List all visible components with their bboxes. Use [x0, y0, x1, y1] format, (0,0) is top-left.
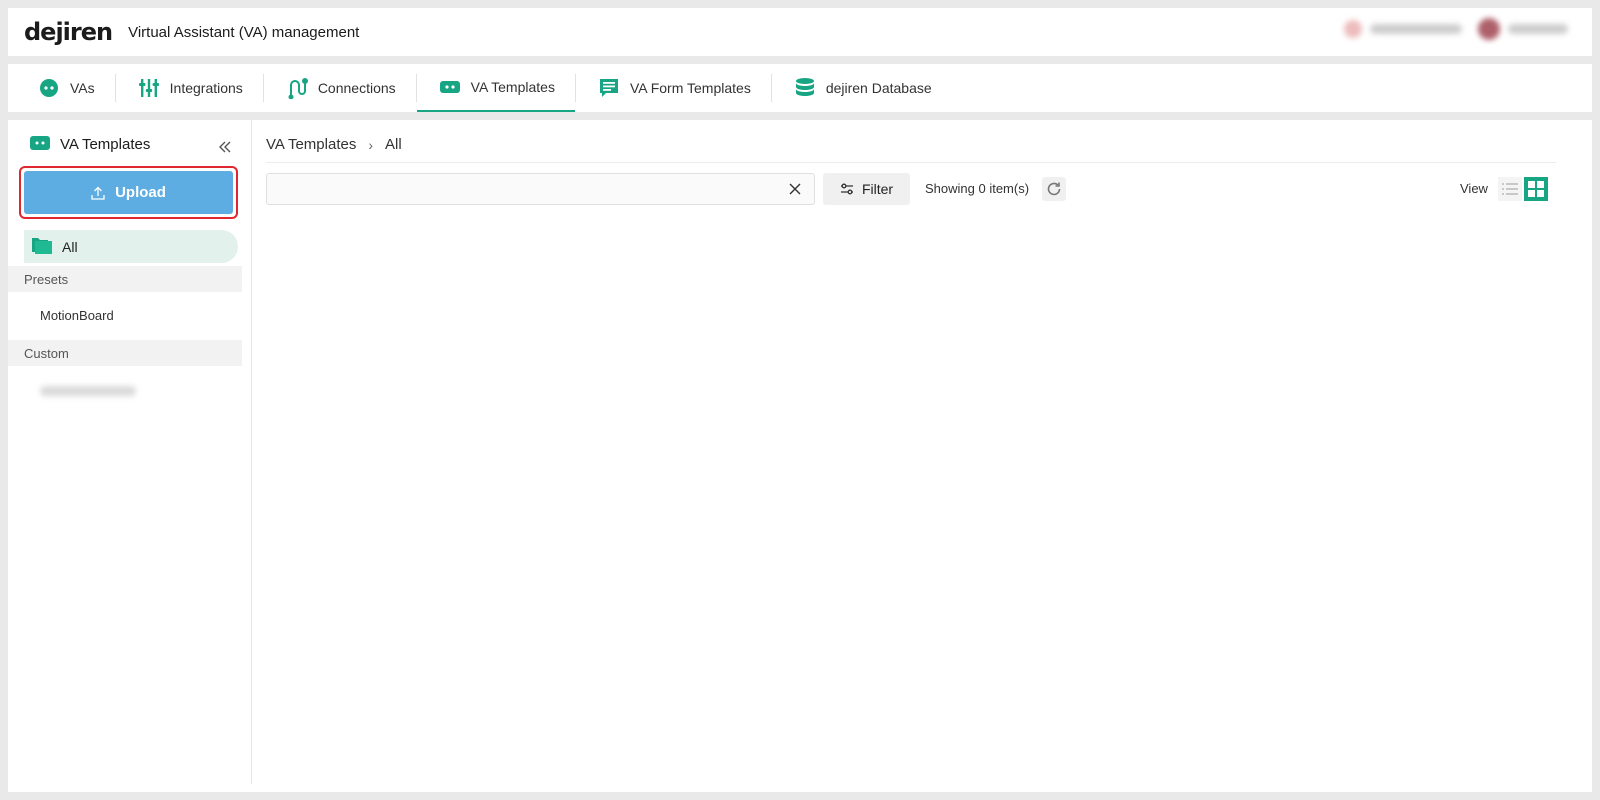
search-input[interactable]	[267, 174, 784, 204]
breadcrumb: VA Templates › All	[266, 136, 402, 153]
clear-search-button[interactable]	[784, 178, 806, 200]
filter-sliders-icon	[840, 183, 853, 195]
tab-connections[interactable]: Connections	[264, 64, 416, 112]
tab-va-form-templates[interactable]: VA Form Templates	[576, 64, 771, 112]
filter-button[interactable]: Filter	[823, 173, 910, 205]
sidebar-item-label: All	[62, 238, 78, 255]
filter-button-label: Filter	[861, 181, 894, 197]
tab-label: Connections	[317, 80, 396, 96]
connection-icon	[286, 77, 308, 99]
organization-name-redacted	[1370, 24, 1462, 34]
avatar	[1478, 18, 1500, 40]
upload-icon	[91, 186, 105, 200]
template-icon	[30, 136, 50, 153]
grid-view-button[interactable]	[1524, 177, 1548, 201]
item-count-text: Showing 0 item(s)	[925, 181, 1030, 196]
section-header-custom: Custom	[8, 340, 242, 366]
database-icon	[794, 77, 816, 99]
sidebar-header: VA Templates	[30, 136, 150, 153]
organization-icon	[1344, 20, 1362, 38]
content-area: VA Templates › All Filter Showing 0 item…	[266, 120, 1592, 784]
sidebar-item-motionboard[interactable]: MotionBoard	[40, 308, 114, 323]
sidebar-item-custom-redacted[interactable]	[40, 384, 136, 399]
tab-vas[interactable]: VAs	[16, 64, 115, 112]
breadcrumb-item-all: All	[385, 136, 402, 153]
sidebar-title: VA Templates	[60, 136, 151, 153]
user-menu[interactable]	[1478, 18, 1568, 40]
page-title: Virtual Assistant (VA) management	[128, 23, 360, 41]
form-template-icon	[598, 77, 620, 99]
refresh-button[interactable]	[1042, 177, 1066, 201]
tab-label: Integrations	[169, 80, 243, 96]
close-icon	[789, 183, 801, 195]
grid-icon	[1528, 181, 1544, 197]
sidebar: VA Templates Upload All Presets MotionBo…	[8, 120, 252, 784]
upload-button-label: Upload	[115, 184, 166, 201]
search-box	[266, 173, 815, 205]
tab-label: VAs	[70, 80, 95, 96]
tab-dejiren-database[interactable]: dejiren Database	[772, 64, 952, 112]
tab-label: dejiren Database	[825, 80, 932, 96]
template-icon	[439, 76, 461, 98]
collapse-sidebar-button[interactable]	[216, 138, 234, 156]
section-header-presets: Presets	[8, 266, 242, 292]
app-header: dejiren Virtual Assistant (VA) managemen…	[8, 8, 1592, 56]
list-view-button[interactable]	[1498, 177, 1522, 201]
custom-folder-name-redacted	[40, 386, 136, 396]
refresh-icon	[1047, 182, 1061, 196]
tab-integrations[interactable]: Integrations	[116, 64, 263, 112]
robot-face-icon	[38, 77, 60, 99]
tab-label: VA Form Templates	[629, 80, 751, 96]
view-label: View	[1460, 181, 1488, 196]
double-chevron-left-icon	[219, 141, 231, 153]
upload-button[interactable]: Upload	[24, 171, 233, 214]
divider	[266, 162, 1556, 163]
user-name-redacted	[1508, 24, 1568, 34]
breadcrumb-item-va-templates[interactable]: VA Templates	[266, 136, 356, 153]
folder-icon	[32, 236, 52, 257]
organization-switcher[interactable]	[1344, 20, 1462, 38]
breadcrumb-separator: ›	[368, 136, 374, 153]
upload-highlight: Upload	[19, 166, 238, 219]
list-icon	[1502, 183, 1518, 195]
tab-va-templates[interactable]: VA Templates	[416, 64, 575, 112]
main-nav-tabs: VAs Integrations Connections VA Template…	[8, 64, 1592, 112]
header-user-area	[1344, 18, 1568, 40]
sidebar-item-all[interactable]: All	[24, 230, 238, 263]
dejiren-logo[interactable]: dejiren	[24, 18, 113, 46]
main-panel: VA Templates Upload All Presets MotionBo…	[8, 120, 1592, 792]
sliders-icon	[138, 77, 160, 99]
tab-label: VA Templates	[470, 79, 555, 95]
